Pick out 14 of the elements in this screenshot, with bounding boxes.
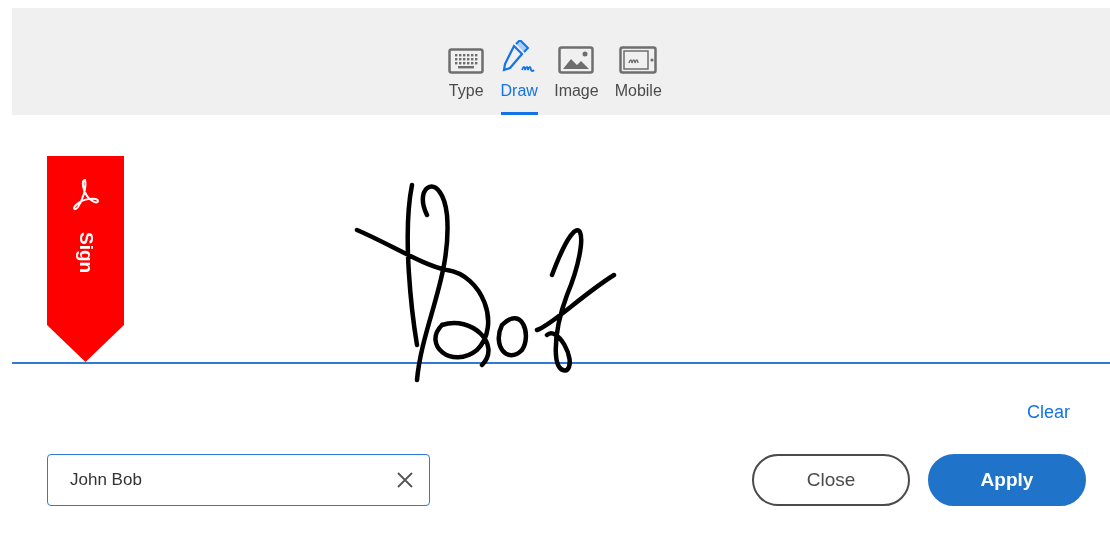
tablet-icon [619, 46, 658, 74]
clear-link[interactable]: Clear [1027, 402, 1070, 454]
close-icon[interactable] [396, 471, 414, 489]
signature-mode-tab[interactable]: Type [442, 8, 491, 115]
apply-button[interactable]: Apply [928, 454, 1086, 506]
sign-label: Sign [74, 232, 97, 274]
close-button[interactable]: Close [752, 454, 910, 506]
signature-mode-tab[interactable]: Image [548, 8, 605, 115]
name-input-field[interactable]: John Bob [47, 454, 430, 506]
acrobat-logo-icon [70, 178, 101, 212]
signature-mode-tab[interactable]: Mobile [608, 8, 668, 115]
image-icon [558, 46, 595, 74]
keyboard-icon [448, 48, 485, 74]
signature-mode-tab[interactable]: Draw [494, 8, 545, 115]
